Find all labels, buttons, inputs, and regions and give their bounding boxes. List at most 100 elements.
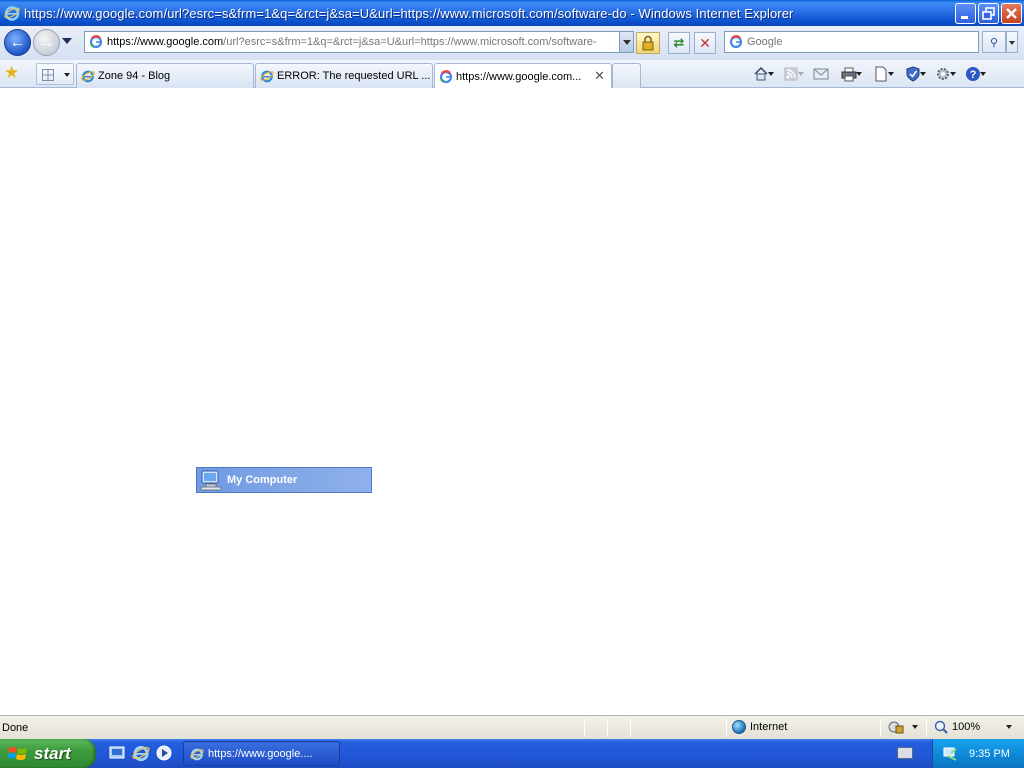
search-options-dropdown[interactable] — [1006, 31, 1018, 53]
home-icon — [754, 66, 768, 81]
keyboard-language-icon[interactable] — [897, 747, 913, 759]
safety-menu-button[interactable] — [900, 64, 926, 84]
address-bar[interactable]: https://www.google.com/url?esrc=s&frm=1&… — [84, 31, 634, 53]
system-tray: 9:35 PM — [932, 739, 1024, 768]
home-button[interactable] — [748, 64, 774, 84]
help-menu-button[interactable]: ? — [960, 64, 986, 84]
mail-icon — [813, 68, 829, 80]
tab-google-redirect[interactable]: https://www.google.com... ✕ — [434, 63, 612, 89]
status-bar: Done Internet 100% — [0, 715, 1024, 739]
gear-icon — [937, 68, 949, 80]
minimize-icon — [961, 15, 968, 19]
status-separator — [726, 719, 727, 737]
zoom-control[interactable]: 100% — [934, 720, 1013, 734]
status-separator — [880, 719, 881, 737]
svg-text:?: ? — [970, 69, 977, 81]
tab-label: https://www.google.com... — [456, 70, 582, 83]
ie-icon — [4, 6, 20, 21]
forward-arrow-icon: → — [38, 33, 55, 51]
close-tab-icon[interactable]: ✕ — [594, 68, 605, 84]
restore-icon — [982, 6, 995, 20]
ie-page-icon — [81, 70, 95, 83]
status-separator — [926, 719, 927, 737]
security-zone[interactable]: Internet — [732, 720, 787, 734]
tab-bar: ★ Zone 94 - Blog ERROR: The requested UR… — [0, 60, 1024, 89]
tab-list-dropdown-icon[interactable] — [64, 73, 70, 77]
quick-tabs-grid-icon — [42, 69, 54, 81]
tab-label: ERROR: The requested URL ... — [277, 70, 431, 82]
drag-item-label: My Computer — [227, 474, 298, 486]
close-window-button[interactable] — [1001, 2, 1022, 24]
page-menu-button[interactable] — [868, 64, 894, 84]
forward-button[interactable]: → — [33, 29, 60, 56]
refresh-icon: ⇄ — [673, 35, 685, 50]
url-prefix: https://www. — [107, 36, 167, 48]
computer-icon — [200, 470, 222, 491]
window-title: https://www.google.com/url?esrc=s&frm=1&… — [24, 5, 794, 21]
url-domain: google.com — [166, 36, 224, 48]
zoom-dropdown-icon[interactable] — [1006, 725, 1013, 729]
clock[interactable]: 9:35 PM — [969, 748, 1010, 760]
read-mail-button[interactable] — [808, 64, 834, 84]
feeds-button[interactable] — [778, 64, 804, 84]
ie-quicklaunch-icon[interactable] — [132, 744, 150, 762]
new-tab-button[interactable] — [612, 63, 641, 88]
printer-icon — [841, 67, 857, 82]
security-lock-button[interactable] — [636, 32, 660, 54]
restore-button[interactable] — [978, 2, 999, 24]
navigation-bar: ← → https://www.google.com/url?esrc=s&fr… — [0, 26, 1024, 60]
windows-flag-icon — [8, 746, 27, 760]
protected-mode-icon — [888, 721, 904, 734]
start-button[interactable]: start — [0, 739, 96, 768]
address-dropdown-button[interactable] — [619, 32, 633, 52]
protected-mode-dropdown-icon[interactable] — [912, 725, 918, 729]
ie-icon — [190, 748, 204, 760]
address-url[interactable]: https://www.google.com/url?esrc=s&frm=1&… — [107, 36, 619, 48]
close-icon — [1006, 7, 1017, 19]
taskbar-ie-window-button[interactable]: https://www.google.... — [183, 741, 340, 766]
tab-error-page[interactable]: ERROR: The requested URL ... — [255, 63, 433, 88]
back-arrow-icon: ← — [9, 33, 26, 51]
tab-zone94-blog[interactable]: Zone 94 - Blog — [76, 63, 254, 88]
media-player-icon[interactable] — [155, 744, 173, 762]
status-separator — [607, 719, 608, 737]
help-icon: ? — [966, 67, 980, 81]
shield-icon — [906, 66, 920, 82]
command-bar: ? — [748, 64, 986, 84]
google-search-provider-icon — [729, 35, 743, 49]
show-desktop-icon[interactable] — [108, 744, 126, 762]
protected-mode-button[interactable] — [888, 720, 918, 734]
task-label: https://www.google.... — [208, 747, 313, 760]
status-separator — [630, 719, 631, 737]
status-text: Done — [2, 722, 29, 734]
zone-label: Internet — [750, 721, 788, 733]
print-button[interactable] — [836, 64, 862, 84]
zoom-magnifier-icon — [934, 720, 948, 734]
refresh-button[interactable]: ⇄ — [668, 32, 690, 54]
quick-tabs-button[interactable] — [36, 63, 74, 85]
back-button[interactable]: ← — [4, 29, 31, 56]
start-label: start — [34, 743, 71, 763]
favorites-star-icon[interactable]: ★ — [4, 64, 19, 82]
stop-icon: ✕ — [699, 34, 711, 51]
stop-button[interactable]: ✕ — [694, 32, 716, 54]
minimize-button[interactable] — [955, 2, 976, 24]
tools-menu-button[interactable] — [930, 64, 956, 84]
taskbar: start https://www.google.... 9:35 PM — [0, 739, 1024, 768]
status-separator — [584, 719, 585, 737]
magnifier-icon: ⚲ — [989, 36, 999, 49]
page-content[interactable]: My Computer — [0, 88, 1024, 715]
tab-label: Zone 94 - Blog — [98, 70, 171, 82]
globe-icon — [732, 720, 746, 734]
network-tray-icon[interactable] — [943, 745, 959, 761]
title-bar[interactable]: https://www.google.com/url?esrc=s&frm=1&… — [0, 0, 1024, 26]
lock-icon — [642, 35, 654, 51]
search-input[interactable] — [747, 36, 978, 48]
search-button[interactable]: ⚲ — [982, 31, 1006, 53]
my-computer-drag-item[interactable]: My Computer — [196, 467, 372, 493]
ie-page-icon — [260, 70, 274, 83]
search-box[interactable] — [724, 31, 979, 53]
recent-pages-dropdown[interactable] — [62, 38, 72, 44]
page-icon — [875, 66, 887, 82]
rss-feed-icon — [784, 67, 798, 81]
